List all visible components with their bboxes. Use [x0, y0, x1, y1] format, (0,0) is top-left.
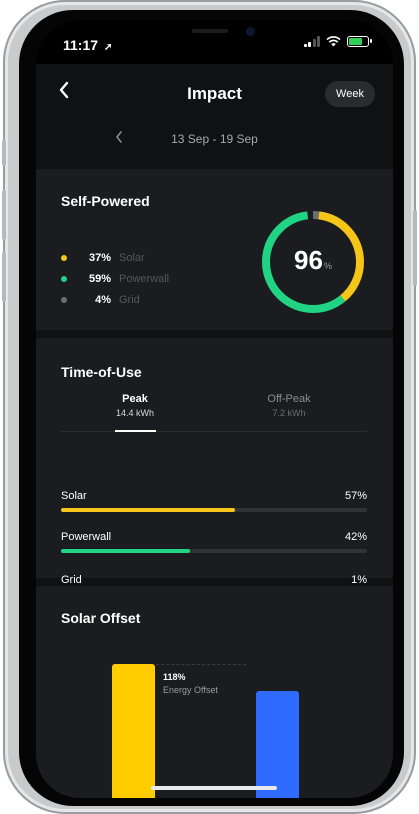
solar-dot-icon [61, 254, 67, 261]
self-powered-value: 96% [258, 245, 368, 276]
legend-pct: 4% [95, 293, 111, 306]
period-selector-button[interactable]: Week [325, 81, 375, 107]
front-camera [246, 27, 255, 36]
mute-switch [2, 140, 6, 166]
tou-bar-pct: 57% [344, 490, 367, 502]
status-time: 11:17 ➚ [63, 37, 112, 53]
self-powered-unit: % [323, 261, 332, 271]
notch [132, 20, 306, 56]
self-powered-number: 96 [294, 245, 323, 275]
tab-off-peak-label: Off-Peak [267, 393, 311, 405]
tab-peak[interactable]: Peak 14.4 kWh [75, 393, 195, 418]
self-powered-card[interactable]: Self-Powered 37% Solar 59% Powerwall 4% … [36, 169, 393, 330]
tou-bar-track [61, 549, 367, 553]
self-powered-title: Self-Powered [61, 193, 150, 209]
solar-offset-card[interactable]: Solar Offset 118% Energy Offset [36, 586, 393, 798]
power-button [413, 210, 417, 286]
date-range-label: 13 Sep - 19 Sep [171, 132, 258, 146]
date-range-nav: 13 Sep - 19 Sep [36, 130, 393, 150]
status-time-text: 11:17 [63, 37, 99, 53]
volume-up-button [2, 190, 6, 240]
tou-bar-pct: 42% [344, 531, 367, 543]
volume-down-button [2, 252, 6, 302]
tab-off-peak[interactable]: Off-Peak 7.2 kWh [229, 393, 349, 418]
legend-label: Grid [119, 293, 140, 306]
tou-bar-fill [61, 508, 236, 512]
screen: 11:17 ➚ Impact Week 13 Sep - 19 Sep Self… [36, 20, 393, 798]
active-tab-indicator [115, 430, 156, 432]
solar-generation-bar [112, 664, 155, 798]
tab-peak-label: Peak [122, 393, 148, 405]
nav-bar: Impact Week [36, 64, 393, 120]
legend-item-grid: 4% Grid [61, 289, 169, 310]
legend-pct: 37% [88, 251, 111, 264]
solar-offset-caption: Energy Offset [163, 685, 218, 695]
legend-pct: 59% [88, 272, 111, 285]
tab-off-peak-energy: 7.2 kWh [272, 408, 306, 418]
battery-icon [347, 36, 372, 47]
cellular-signal-icon [303, 36, 320, 47]
tab-peak-energy: 14.4 kWh [115, 408, 155, 418]
location-arrow-icon: ➚ [103, 42, 113, 53]
legend-item-powerwall: 59% Powerwall [61, 268, 169, 289]
impact-screen: Impact Week 13 Sep - 19 Sep Self-Powered… [36, 64, 393, 798]
legend-label: Solar [119, 251, 145, 264]
self-powered-legend: 37% Solar 59% Powerwall 4% Grid [61, 247, 169, 310]
tou-bar-track [61, 508, 367, 512]
tou-bar-label: Solar [61, 490, 87, 502]
wifi-icon [326, 36, 341, 47]
tou-bar-pct: 1% [351, 574, 367, 586]
legend-item-solar: 37% Solar [61, 247, 169, 268]
time-of-use-title: Time-of-Use [61, 364, 142, 380]
legend-label: Powerwall [119, 272, 170, 285]
status-icons [303, 36, 372, 47]
solar-offset-value: 118% [163, 672, 186, 682]
tou-bar-fill [61, 549, 190, 553]
speaker [192, 29, 228, 33]
home-indicator[interactable] [151, 786, 277, 790]
solar-offset-title: Solar Offset [61, 610, 141, 626]
solar-offset-label: 118% Energy Offset [163, 672, 218, 695]
time-of-use-card: Time-of-Use Peak 14.4 kWh Off-Peak 7.2 k… [36, 338, 393, 596]
tou-bar-label: Powerwall [61, 531, 112, 543]
powerwall-dot-icon [61, 275, 67, 282]
tab-divider [61, 431, 367, 432]
offset-reference-line [156, 664, 246, 665]
grid-dot-icon [61, 296, 67, 303]
home-usage-bar [256, 691, 299, 798]
tou-bar-label: Grid [61, 574, 82, 586]
